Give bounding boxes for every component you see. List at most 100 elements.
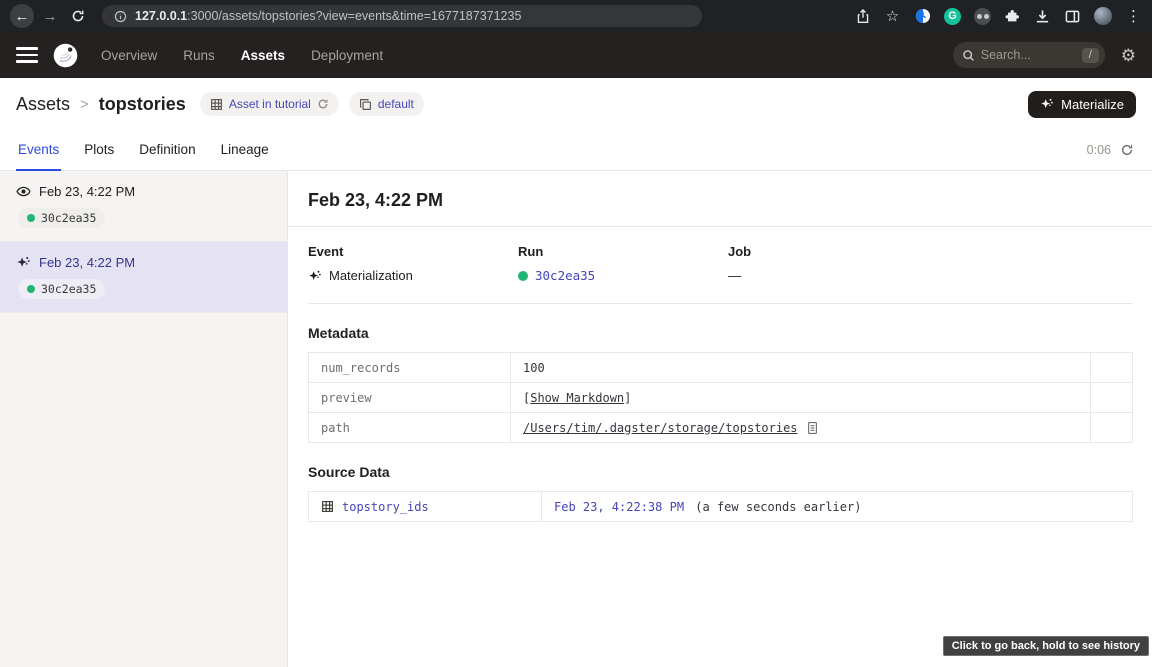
tab-plots[interactable]: Plots [84, 142, 114, 170]
bookmark-star-icon[interactable]: ☆ [884, 8, 901, 25]
reload-definitions-icon[interactable] [317, 98, 329, 110]
event-column-label: Event [308, 244, 518, 259]
browser-back-tooltip: Click to go back, hold to see history [943, 636, 1149, 656]
search-input[interactable] [981, 48, 1067, 62]
info-icon [114, 10, 127, 23]
metadata-key: path [309, 413, 511, 443]
address-bar[interactable]: 127.0.0.1:3000/assets/topstories?view=ev… [102, 5, 702, 27]
browser-forward-button[interactable]: → [38, 4, 62, 28]
event-list-item-materialization[interactable]: Feb 23, 4:22 PM 30c2ea35 [0, 242, 287, 313]
metadata-value: 100 [511, 353, 1091, 383]
metadata-extra-cell [1091, 353, 1133, 383]
breadcrumb-separator: > [80, 96, 89, 113]
observation-eye-icon [16, 184, 31, 199]
tab-events[interactable]: Events [18, 142, 59, 170]
copy-stack-icon [359, 98, 372, 111]
materialization-sparkle-icon [308, 269, 322, 283]
run-id-label: 30c2ea35 [41, 282, 96, 296]
share-icon[interactable] [854, 8, 871, 25]
metadata-key: num_records [309, 353, 511, 383]
global-search[interactable]: / [953, 42, 1105, 68]
event-type-value: Materialization [329, 268, 413, 283]
materialize-button-label: Materialize [1061, 97, 1124, 112]
extension-puzzle-icon[interactable] [1004, 8, 1021, 25]
breadcrumb-assets-link[interactable]: Assets [16, 94, 70, 115]
profile-avatar[interactable] [1094, 7, 1112, 25]
run-status-dot [27, 285, 35, 293]
source-time-note: (a few seconds earlier) [695, 500, 861, 514]
run-status-dot [27, 214, 35, 222]
url-path: :3000/assets/topstories?view=events&time… [187, 9, 521, 23]
asset-tabs: Events Plots Definition Lineage 0:06 [0, 130, 1152, 171]
nav-item-overview[interactable]: Overview [101, 48, 157, 63]
metadata-extra-cell [1091, 413, 1133, 443]
extension-clock-icon[interactable] [914, 8, 931, 25]
metadata-value: [Show Markdown] [511, 383, 1091, 413]
tab-lineage[interactable]: Lineage [221, 142, 269, 170]
browser-reload-button[interactable] [66, 4, 90, 28]
back-icon: ← [15, 9, 30, 24]
event-list-item-observation[interactable]: Feb 23, 4:22 PM 30c2ea35 [0, 171, 287, 242]
refresh-countdown: 0:06 [1087, 143, 1111, 157]
event-detail-panel: Feb 23, 4:22 PM Event Materialization Ru… [288, 171, 1152, 667]
nav-item-deployment[interactable]: Deployment [311, 48, 383, 63]
metadata-extra-cell [1091, 383, 1133, 413]
event-timestamp: Feb 23, 4:22 PM [39, 184, 135, 199]
source-asset-link[interactable]: topstory_ids [321, 500, 529, 514]
forward-icon: → [43, 9, 58, 24]
asset-grid-icon [321, 500, 334, 513]
repo-badge[interactable]: Asset in tutorial [200, 92, 339, 116]
run-id-chip[interactable]: 30c2ea35 [18, 279, 105, 299]
table-row: num_records 100 [309, 353, 1133, 383]
extension-grammarly-icon[interactable]: G [944, 8, 961, 25]
search-icon [962, 49, 975, 62]
reload-icon [71, 9, 85, 23]
run-id-link[interactable]: 30c2ea35 [535, 268, 595, 283]
source-time-cell: Feb 23, 4:22:38 PM (a few seconds earlie… [542, 492, 1133, 522]
run-column-label: Run [518, 244, 728, 259]
materialize-button[interactable]: Materialize [1028, 91, 1136, 118]
browser-toolbar: ← → 127.0.0.1:3000/assets/topstories?vie… [0, 0, 1152, 32]
group-badge-label: default [378, 97, 414, 111]
asset-page-header: Assets > topstories Asset in tutorial de… [0, 78, 1152, 130]
nav-item-assets[interactable]: Assets [241, 48, 285, 63]
side-panel-icon[interactable] [1064, 8, 1081, 25]
browser-back-button[interactable]: ← [10, 4, 34, 28]
copy-path-icon[interactable] [806, 421, 819, 435]
settings-gear-icon[interactable]: ⚙ [1121, 47, 1136, 64]
downloads-icon[interactable] [1034, 8, 1051, 25]
nav-item-runs[interactable]: Runs [183, 48, 215, 63]
browser-menu-icon[interactable]: ⋮ [1125, 8, 1142, 25]
metadata-value: /Users/tim/.dagster/storage/topstories [511, 413, 1091, 443]
divider [308, 303, 1133, 304]
event-list-sidebar: Feb 23, 4:22 PM 30c2ea35 Feb 23, 4:22 PM… [0, 171, 288, 667]
event-summary-row: Event Materialization Run 30c2ea35 Job — [308, 244, 1133, 283]
repo-badge-label: Asset in tutorial [229, 97, 311, 111]
source-data-heading: Source Data [308, 464, 1133, 480]
run-id-chip[interactable]: 30c2ea35 [18, 208, 105, 228]
materialize-sparkle-icon [1040, 97, 1054, 111]
run-id-label: 30c2ea35 [41, 211, 96, 225]
job-column-label: Job [728, 244, 938, 259]
source-asset-name: topstory_ids [342, 500, 429, 514]
source-data-table: topstory_ids Feb 23, 4:22:38 PM (a few s… [308, 491, 1133, 522]
url-text: 127.0.0.1:3000/assets/topstories?view=ev… [135, 9, 521, 23]
path-link[interactable]: /Users/tim/.dagster/storage/topstories [523, 421, 798, 435]
refresh-timer: 0:06 [1087, 143, 1134, 170]
refresh-icon[interactable] [1120, 143, 1134, 157]
metadata-table: num_records 100 preview [Show Markdown] … [308, 352, 1133, 443]
group-badge[interactable]: default [349, 92, 424, 116]
breadcrumb-asset-name: topstories [99, 94, 186, 115]
dagster-logo[interactable] [52, 42, 79, 69]
source-timestamp-link[interactable]: Feb 23, 4:22:38 PM [554, 500, 684, 514]
hamburger-menu-icon[interactable] [16, 47, 38, 63]
table-row: topstory_ids Feb 23, 4:22:38 PM (a few s… [309, 492, 1133, 522]
bracket: ] [624, 391, 631, 405]
materialization-sparkle-icon [16, 255, 31, 270]
run-status-dot [518, 271, 528, 281]
show-markdown-link[interactable]: Show Markdown [530, 391, 624, 405]
app-top-nav: Overview Runs Assets Deployment / ⚙ [0, 32, 1152, 78]
search-shortcut-badge: / [1082, 48, 1099, 63]
tab-definition[interactable]: Definition [139, 142, 195, 170]
extension-goggles-icon[interactable] [974, 8, 991, 25]
